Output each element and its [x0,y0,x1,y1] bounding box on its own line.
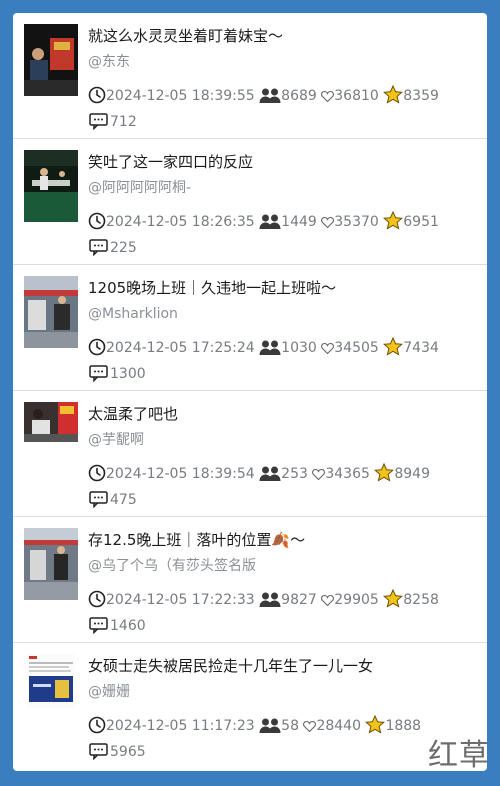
post-favorites: 8258 [403,592,439,608]
post-favorites: 6951 [403,214,439,230]
clock-icon [88,590,106,608]
group-icon [259,338,281,356]
post-author[interactable]: @芋馜啊 [88,429,479,451]
comment-icon [88,364,110,382]
post-followers: 1030 [281,340,317,356]
post-favorites: 8359 [403,88,439,104]
group-icon [259,86,281,104]
post-title[interactable]: 就这么水灵灵坐着盯着妹宝～ [88,25,479,47]
post-thumbnail[interactable] [24,150,78,222]
comment-icon [88,490,110,508]
post-followers: 9827 [281,592,317,608]
heart-icon [321,340,335,356]
group-icon [259,590,281,608]
clock-icon [88,338,106,356]
post-card[interactable]: 女硕士走失被居民捡走十几年生了一儿一女 @姗姗 2024-12-05 11:17… [13,643,487,771]
post-favorites: 1888 [385,718,422,734]
post-comments: 1300 [110,366,146,382]
post-thumbnail[interactable] [24,276,78,348]
group-icon [259,212,281,230]
post-author[interactable]: @姗姗 [88,681,479,703]
post-likes: 36810 [334,88,379,104]
post-favorites: 8949 [394,466,430,482]
comment-icon [88,742,110,760]
star-icon [383,589,404,608]
heart-icon [312,466,326,482]
star-icon [383,337,404,356]
comment-icon [88,238,110,256]
post-meta: 2024-12-05 18:39:54 253 34365 8949 475 [88,461,478,513]
post-thumbnail[interactable] [24,24,78,96]
post-likes: 34365 [325,466,370,482]
star-icon [365,715,386,734]
post-comments: 1460 [110,618,146,634]
post-thumbnail[interactable] [24,528,78,600]
post-title[interactable]: 太温柔了吧也 [88,403,479,425]
heart-icon [321,592,335,608]
post-time: 2024-12-05 11:17:23 [106,718,255,734]
heart-icon [321,88,335,104]
post-meta: 2024-12-05 17:25:24 1030 34505 7434 1300 [88,335,478,387]
post-meta: 2024-12-05 17:22:33 9827 29905 8258 1460 [88,587,478,639]
post-followers: 253 [281,466,308,482]
clock-icon [88,464,106,482]
post-title[interactable]: 女硕士走失被居民捡走十几年生了一儿一女 [88,655,479,677]
clock-icon [88,716,106,734]
post-card[interactable]: 太温柔了吧也 @芋馜啊 2024-12-05 18:39:54 253 3436… [13,391,487,517]
heart-icon [303,718,317,734]
post-meta: 2024-12-05 18:26:35 1449 35370 6951 225 [88,209,478,261]
post-card[interactable]: 就这么水灵灵坐着盯着妹宝～ @东东 2024-12-05 18:39:55 86… [13,13,487,139]
post-time: 2024-12-05 18:39:55 [106,88,255,104]
post-card[interactable]: 存12.5晚上班｜落叶的位置🍂～ @乌了个乌（有莎头签名版 2024-12-05… [13,517,487,643]
post-time: 2024-12-05 17:22:33 [106,592,255,608]
post-comments: 225 [110,240,137,256]
post-followers: 8689 [281,88,317,104]
post-thumbnail[interactable] [27,654,75,708]
post-time: 2024-12-05 17:25:24 [106,340,255,356]
comment-icon [88,112,110,130]
post-comments: 5965 [110,744,146,760]
post-comments: 712 [110,114,137,130]
heart-icon [321,214,335,230]
post-card[interactable]: 笑吐了这一家四口的反应 @阿阿阿阿阿桐- 2024-12-05 18:26:35… [13,139,487,265]
post-thumbnail[interactable] [24,402,78,442]
post-card[interactable]: 1205晚场上班｜久违地一起上班啦～ @Msharklion 2024-12-0… [13,265,487,391]
post-title[interactable]: 1205晚场上班｜久违地一起上班啦～ [88,277,479,299]
post-followers: 1449 [281,214,317,230]
post-likes: 35370 [334,214,379,230]
post-likes: 28440 [316,718,361,734]
post-time: 2024-12-05 18:39:54 [106,466,255,482]
post-comments: 475 [110,492,137,508]
clock-icon [88,212,106,230]
post-author[interactable]: @东东 [88,51,479,73]
clock-icon [88,86,106,104]
post-meta: 2024-12-05 11:17:23 58 28440 1888 5965 [88,713,478,765]
post-time: 2024-12-05 18:26:35 [106,214,255,230]
post-title[interactable]: 存12.5晚上班｜落叶的位置🍂～ [88,529,479,551]
group-icon [259,716,281,734]
post-favorites: 7434 [403,340,439,356]
post-author[interactable]: @乌了个乌（有莎头签名版 [88,555,479,577]
post-likes: 29905 [334,592,379,608]
post-likes: 34505 [334,340,379,356]
post-meta: 2024-12-05 18:39:55 8689 36810 8359 712 [88,83,478,135]
post-title[interactable]: 笑吐了这一家四口的反应 [88,151,479,173]
star-icon [374,463,395,482]
post-followers: 58 [281,718,299,734]
star-icon [383,211,404,230]
post-author[interactable]: @Msharklion [88,303,479,325]
comment-icon [88,616,110,634]
post-author[interactable]: @阿阿阿阿阿桐- [88,177,479,199]
group-icon [259,464,281,482]
post-list: 就这么水灵灵坐着盯着妹宝～ @东东 2024-12-05 18:39:55 86… [13,13,487,771]
watermark: 红草 [428,738,490,773]
star-icon [383,85,404,104]
